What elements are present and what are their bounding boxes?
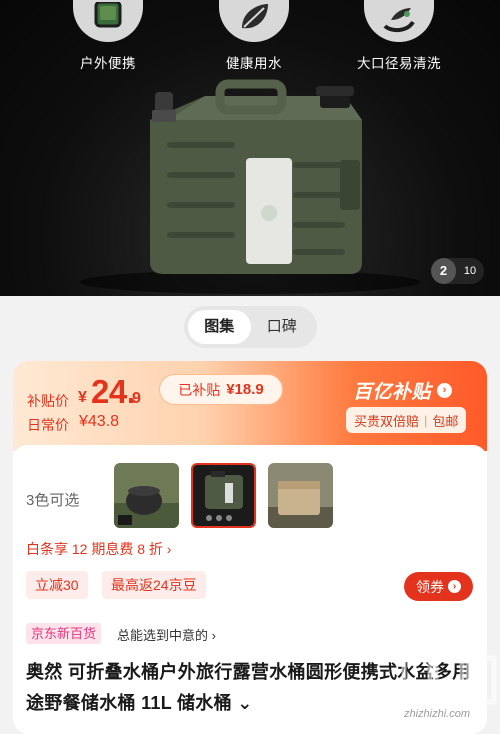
tab-gallery[interactable]: 图集 — [188, 310, 251, 344]
media-tabs: 图集 口碑 — [184, 306, 317, 348]
coupon-jingdou-cashback[interactable]: 最高返24京豆 — [102, 571, 206, 599]
chevron-right-icon: › — [448, 580, 461, 593]
chevron-right-icon: › — [437, 383, 453, 398]
subsidy-price-decimal: 9 — [132, 390, 141, 407]
guarantee-double-refund: 买贵双倍赔 — [354, 413, 420, 429]
tab-reviews[interactable]: 口碑 — [251, 310, 314, 344]
image-counter-total: 10 — [463, 265, 477, 277]
product-image-gallery[interactable]: 户外便携 健康用水 大口径易清洗 2 10 — [0, 0, 500, 296]
brand-label: 百亿补贴 — [353, 382, 432, 403]
water-container-image — [80, 79, 420, 294]
coupon-instant-discount[interactable]: 立减30 — [26, 571, 88, 599]
color-option-thumbnail-selected[interactable] — [191, 463, 256, 528]
watermark-text: zhizhizhi.com — [404, 708, 471, 720]
image-counter-current: 2 — [431, 258, 456, 284]
subsidized-amount-badge: 已补贴 ¥18.9 — [159, 374, 283, 405]
currency-symbol: ¥ — [78, 389, 87, 406]
image-counter: 2 10 — [431, 258, 484, 284]
product-info-card: 补贴价 ¥ 24. 9 日常价 ¥43.8 已补贴 ¥18.9 百亿补贴 › 买… — [13, 361, 487, 734]
color-option-thumbnail[interactable] — [268, 463, 333, 528]
color-options-label: 3色可选 — [26, 492, 80, 509]
subsidy-price-label: 补贴价 — [27, 393, 69, 409]
new-department-store-badge: 京东新百货 — [26, 623, 102, 644]
guarantee-free-shipping: 包邮 — [432, 413, 459, 429]
product-detail-body: 3色可选 白条享 12 期息费 8 折 › 立减30 最高返24京豆 领券 › … — [13, 445, 487, 734]
price-banner: 补贴价 ¥ 24. 9 日常价 ¥43.8 已补贴 ¥18.9 百亿补贴 › 买… — [13, 361, 487, 451]
subsidized-label: 已补贴 — [178, 381, 221, 398]
new-department-store-link[interactable]: 总能选到中意的 › — [117, 625, 216, 644]
subsidized-value: ¥18.9 — [226, 381, 264, 398]
daily-price-label: 日常价 — [27, 417, 69, 433]
color-option-thumbnail[interactable] — [114, 463, 179, 528]
guarantee-separator: | — [424, 412, 428, 428]
claim-coupon-button[interactable]: 领券 › — [404, 572, 473, 601]
installment-offer-link[interactable]: 白条享 12 期息费 8 折 › — [26, 539, 171, 559]
guarantee-badge: 买贵双倍赔 | 包邮 — [346, 407, 467, 433]
subsidy-price-integer: 24. — [91, 373, 136, 410]
claim-coupon-label: 领券 — [416, 578, 444, 595]
billion-subsidy-link[interactable]: 百亿补贴 › — [353, 377, 453, 404]
daily-price-value: ¥43.8 — [79, 413, 120, 430]
